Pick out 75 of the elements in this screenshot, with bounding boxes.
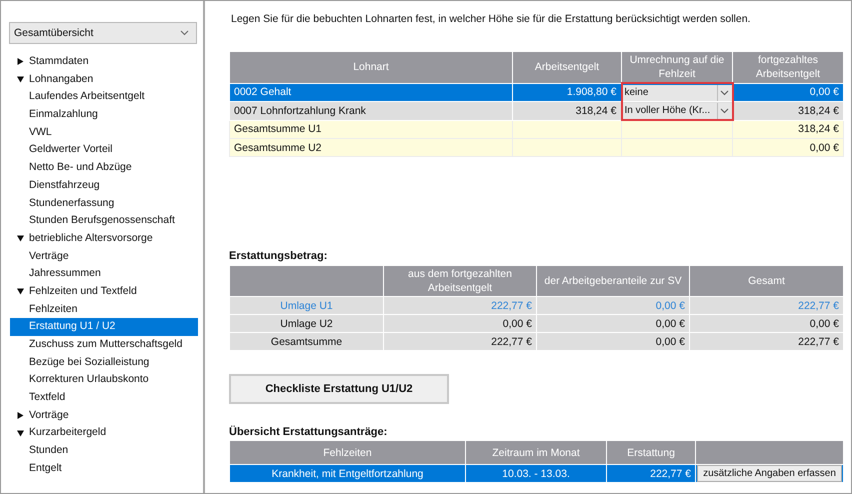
table-cell: 222,77 € [384,296,536,314]
table-cell: 10.03. - 13.03. [466,464,606,482]
tree-item[interactable]: Textfeld [10,389,198,407]
tree-item[interactable]: Fehlzeiten [10,300,198,318]
table-cell: 222,77 € [690,332,844,350]
tree-item[interactable]: Entgelt [10,460,198,478]
column-header: fortgezahltes Arbeitsentgelt [732,52,844,83]
collapsed-triangle-icon[interactable] [17,412,24,420]
table-cell: 0,00 € [536,296,690,314]
column-header: Umrechnung auf die Fehlzeit [622,52,732,83]
details-button[interactable]: zusätzliche Angaben erfassen [697,466,842,482]
tree-group[interactable]: Lohnangaben [10,70,198,88]
chevron-down-icon [180,30,189,36]
expanded-triangle-icon[interactable] [17,430,24,437]
tree-item[interactable]: Zuschuss zum Mutterschaftsgeld [10,336,198,354]
column-header: Zeitraum im Monat [466,440,606,464]
table-cell: 0,00 € [384,314,536,332]
tree-item[interactable]: Stunden Berufsgenossenschaft [10,212,198,230]
tree-item[interactable]: Geldwerter Vorteil [10,141,198,160]
intro-text: Legen Sie für die bebuchten Lohnarten fest, in welcher Höhe sie für die Erstattung berücksichtigt werden sollen. [231,13,752,25]
tree-item[interactable]: Netto Be- und Abzüge [10,159,198,177]
tree-item[interactable]: Dienstfahrzeug [10,176,198,194]
view-select[interactable]: Gesamtübersicht [9,22,197,44]
chevron-down-icon [720,90,729,96]
expanded-triangle-icon[interactable] [17,288,24,296]
table-cell: 0,00 € [536,314,690,332]
table-cell: 0007 Lohnfortzahlung Krank [230,102,512,120]
column-header: Lohnart [230,52,512,83]
column-header: aus dem fortgezahlten Arbeitsentgelt [384,266,536,296]
table-cell: 1.908,80 € [512,83,622,102]
tree-group[interactable]: Kurzarbeitergeld [10,424,198,442]
table-cell: 0002 Gehalt [230,83,512,102]
table-cell: 318,24 € [512,102,622,120]
table-cell: Umlage U2 [230,314,384,332]
section-heading: Erstattungsbetrag: [229,250,328,262]
table-cell: 0,00 € [536,332,690,350]
collapsed-triangle-icon[interactable] [17,58,24,66]
tree-item[interactable]: Laufendes Arbeitsentgelt [10,88,198,106]
table-cell: 318,24 € [732,102,844,120]
conversion-dropdown[interactable]: keine [624,84,730,100]
table-cell: 0,00 € [690,314,844,332]
tree-item[interactable]: VWL [10,124,198,142]
table-cell: Gesamtsumme [230,332,384,350]
tree-item[interactable]: Stundenerfassung [10,194,198,212]
tree-item[interactable]: Verträge [10,248,198,266]
table-cell: Gesamtsumme U1 [230,120,512,138]
table-cell: 222,77 € [690,296,844,314]
checklist-button[interactable]: Checkliste Erstattung U1/U2 [229,374,449,404]
table-cell: Krankheit, mit Entgeltfortzahlung [230,464,466,482]
tree-item[interactable]: Stunden [10,442,198,460]
tree-group[interactable]: betriebliche Altersvorsorge [10,230,198,248]
tree-item[interactable]: Korrekturen Urlaubskonto [10,371,198,390]
tree-item[interactable]: Bezüge bei Sozialleistung [10,354,198,372]
column-header: der Arbeitgeberanteile zur SV [536,266,690,296]
table-cell: 222,77 € [384,332,536,350]
tree-item[interactable]: Erstattung U1 / U2 [10,318,198,336]
conversion-dropdown[interactable]: In voller Höhe (Kr... [624,102,730,118]
expanded-triangle-icon[interactable] [17,76,24,84]
tree-group[interactable]: Vorträge [10,406,198,424]
tree-item[interactable]: Einmalzahlung [10,106,198,124]
expanded-triangle-icon[interactable] [17,235,24,242]
table-cell: Gesamtsumme U2 [230,138,512,156]
chevron-down-icon [720,108,729,114]
column-header: Fehlzeiten [230,440,466,464]
table-cell: 222,77 € [606,464,696,482]
tree-group[interactable]: Fehlzeiten und Textfeld [10,282,198,301]
table-cell: 0,00 € [732,138,844,156]
table-cell: 0,00 € [732,83,844,102]
tree-group[interactable]: Stammdaten [10,53,198,71]
column-header: Gesamt [690,266,844,296]
tree-item[interactable]: Jahressummen [10,265,198,283]
section-heading: Übersicht Erstattungsanträge: [229,426,388,438]
column-header: Erstattung [606,440,696,464]
table-cell: 318,24 € [732,120,844,138]
column-header: Arbeitsentgelt [512,52,622,83]
